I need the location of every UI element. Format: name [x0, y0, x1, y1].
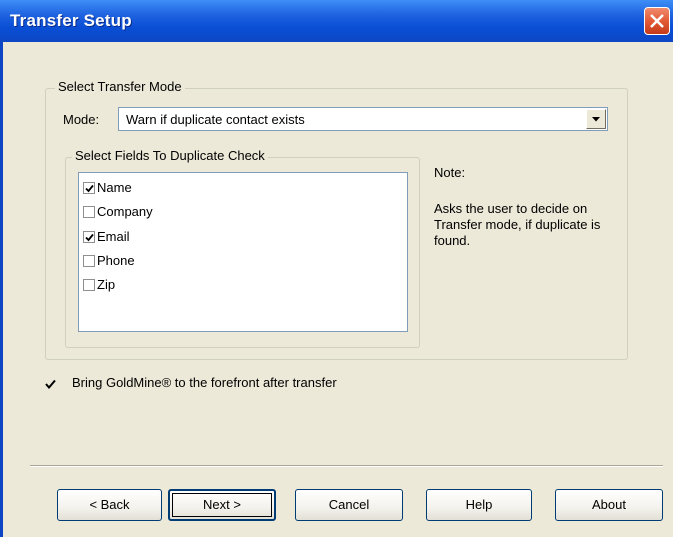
checkmark-icon: [85, 233, 94, 242]
mode-select[interactable]: Warn if duplicate contact exists: [118, 107, 608, 131]
checkmark-icon: [45, 379, 56, 389]
field-item-label: Company: [97, 204, 153, 219]
mode-label: Mode:: [63, 112, 100, 127]
mode-dropdown-button[interactable]: [586, 109, 606, 129]
email-checkbox[interactable]: [83, 231, 95, 243]
company-checkbox[interactable]: [83, 206, 95, 218]
back-button[interactable]: < Back: [57, 489, 162, 521]
close-icon: [650, 14, 664, 28]
transfer-mode-legend: Select Transfer Mode: [55, 79, 185, 94]
title-bar[interactable]: Transfer Setup: [0, 0, 673, 42]
help-button[interactable]: Help: [426, 489, 532, 521]
cancel-button[interactable]: Cancel: [295, 489, 403, 521]
zip-checkbox[interactable]: [83, 279, 95, 291]
bring-to-front-checkbox[interactable]: [44, 378, 56, 390]
note-title: Note:: [434, 165, 466, 180]
mode-select-value: Warn if duplicate contact exists: [126, 112, 305, 127]
close-button[interactable]: [644, 7, 670, 35]
duplicate-fields-legend: Select Fields To Duplicate Check: [72, 148, 268, 163]
field-item-label: Phone: [97, 253, 135, 268]
checkmark-icon: [85, 184, 94, 193]
note-text: Asks the user to decide on Transfer mode…: [434, 201, 601, 248]
next-button[interactable]: Next >: [168, 489, 276, 521]
chevron-down-icon: [592, 117, 600, 122]
about-button[interactable]: About: [555, 489, 663, 521]
duplicate-fields-list[interactable]: Name Company Email Phone Zip: [78, 172, 408, 332]
field-item-label: Zip: [97, 277, 116, 292]
bring-to-front-label: Bring GoldMine® to the forefront after t…: [72, 375, 337, 390]
field-item-label: Name: [97, 180, 132, 195]
field-item-label: Email: [97, 229, 130, 244]
button-separator-highlight: [30, 466, 663, 467]
window-title: Transfer Setup: [10, 11, 132, 30]
transfer-setup-dialog: Transfer Setup Select Transfer Mode Mode…: [0, 0, 673, 537]
name-checkbox[interactable]: [83, 182, 95, 194]
phone-checkbox[interactable]: [83, 255, 95, 267]
